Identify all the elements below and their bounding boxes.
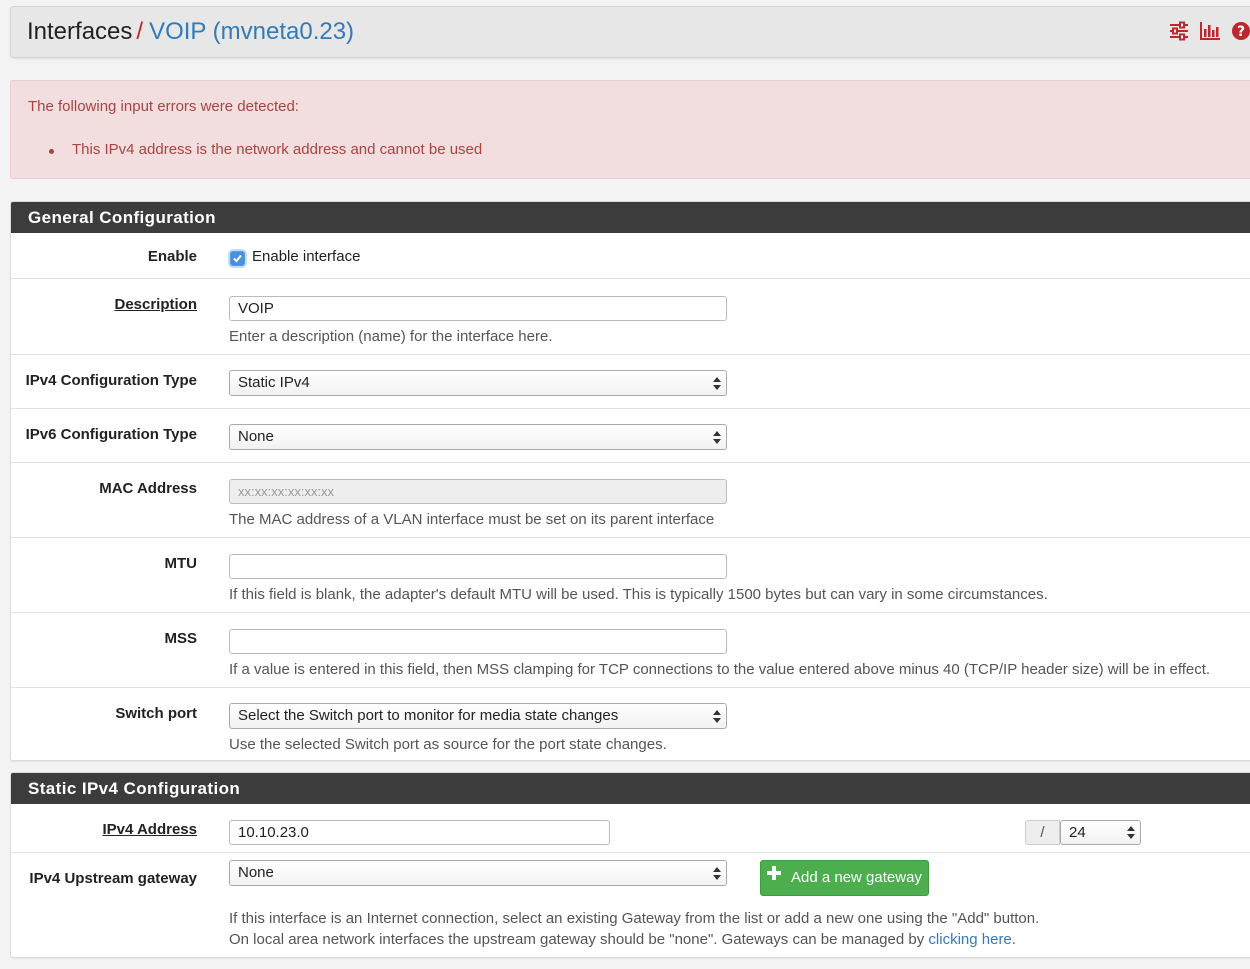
cidr-value: 24: [1069, 824, 1086, 841]
breadcrumb-separator: /: [136, 18, 144, 45]
enable-label: Enable: [147, 248, 197, 265]
description-input[interactable]: VOIP: [229, 296, 727, 321]
select-arrows-icon: [713, 710, 721, 723]
gateway-help-line2: On local area network interfaces the ups…: [229, 929, 1016, 950]
page-header: Interfaces / VOIP (mvneta0.23) ?: [10, 6, 1250, 58]
mac-address-label: MAC Address: [99, 480, 197, 497]
enable-interface-label[interactable]: Enable interface: [252, 248, 360, 265]
mss-help: If a value is entered in this field, the…: [229, 661, 1211, 678]
add-gateway-button[interactable]: Add a new gateway: [760, 860, 929, 896]
settings-sliders-icon[interactable]: [1169, 21, 1191, 43]
mss-row: MSS If a value is entered in this field,…: [11, 612, 1250, 687]
static-ipv4-panel: Static IPv4 Configuration IPv4 Address 1…: [10, 772, 1250, 958]
mac-address-help: The MAC address of a VLAN interface must…: [229, 511, 715, 528]
switch-port-help: Use the selected Switch port as source f…: [229, 736, 667, 753]
plus-icon: [767, 859, 781, 893]
description-row: Description VOIP Enter a description (na…: [11, 278, 1250, 354]
help-icon[interactable]: ?: [1231, 21, 1250, 43]
mtu-help: If this field is blank, the adapter's de…: [229, 586, 1048, 603]
select-arrows-icon: [713, 867, 721, 880]
select-arrows-icon: [1127, 826, 1135, 839]
switch-port-row: Switch port Select the Switch port to mo…: [11, 687, 1250, 760]
ipv6-type-label: IPv6 Configuration Type: [25, 426, 197, 443]
gateway-label: IPv4 Upstream gateway: [29, 870, 197, 887]
ipv4-address-input[interactable]: 10.10.23.0: [229, 820, 610, 845]
enable-interface-checkbox[interactable]: [230, 251, 245, 266]
mss-label: MSS: [164, 630, 197, 647]
ipv6-type-select[interactable]: None: [229, 424, 727, 450]
ipv4-type-value: Static IPv4: [238, 374, 310, 391]
ipv6-type-value: None: [238, 428, 274, 445]
mtu-row: MTU If this field is blank, the adapter'…: [11, 537, 1250, 612]
mac-address-input: xx:xx:xx:xx:xx:xx: [229, 479, 727, 504]
mtu-label: MTU: [164, 555, 198, 572]
gateway-help-suffix: .: [1011, 931, 1016, 948]
panel-heading-static-ipv4: Static IPv4 Configuration: [11, 773, 1250, 804]
description-label: Description: [114, 296, 197, 313]
panel-heading-general: General Configuration: [11, 202, 1250, 233]
breadcrumb-current-interface[interactable]: VOIP (mvneta0.23): [149, 18, 354, 45]
gateway-row: IPv4 Upstream gateway None Add a new gat…: [11, 852, 1250, 957]
general-configuration-panel: General Configuration Enable Enable inte…: [10, 201, 1250, 761]
error-item: This IPv4 address is the network address…: [49, 141, 482, 158]
breadcrumb: Interfaces / VOIP (mvneta0.23): [27, 18, 354, 46]
ipv4-address-row: IPv4 Address 10.10.23.0 / 24: [11, 804, 1250, 852]
error-list: This IPv4 address is the network address…: [49, 141, 482, 158]
breadcrumb-interfaces[interactable]: Interfaces: [27, 18, 132, 45]
ipv4-type-label: IPv4 Configuration Type: [25, 372, 197, 389]
switch-port-value: Select the Switch port to monitor for me…: [238, 707, 619, 724]
gateway-value: None: [238, 864, 274, 881]
cidr-slash-addon: /: [1025, 820, 1060, 845]
description-help: Enter a description (name) for the inter…: [229, 328, 553, 345]
mss-input[interactable]: [229, 629, 727, 654]
ipv4-type-row: IPv4 Configuration Type Static IPv4: [11, 354, 1250, 408]
add-gateway-label: Add a new gateway: [791, 869, 922, 886]
mtu-input[interactable]: [229, 554, 727, 579]
checkmark-icon: [233, 254, 242, 263]
gateway-help-line1: If this interface is an Internet connect…: [229, 910, 1040, 927]
select-arrows-icon: [713, 377, 721, 390]
switch-port-label: Switch port: [115, 705, 197, 722]
gateway-select[interactable]: None: [229, 860, 727, 886]
cidr-select[interactable]: 24: [1060, 820, 1141, 845]
switch-port-select[interactable]: Select the Switch port to monitor for me…: [229, 703, 727, 729]
select-arrows-icon: [713, 431, 721, 444]
enable-row: Enable Enable interface: [11, 233, 1250, 278]
svg-text:?: ?: [1237, 24, 1245, 40]
ipv4-address-label: IPv4 Address: [102, 821, 198, 838]
ipv6-type-row: IPv6 Configuration Type None: [11, 408, 1250, 462]
gateways-link[interactable]: clicking here: [928, 931, 1011, 948]
gateway-help-text: On local area network interfaces the ups…: [229, 931, 925, 948]
alert-title: The following input errors were detected…: [28, 98, 299, 115]
mac-address-row: MAC Address xx:xx:xx:xx:xx:xx The MAC ad…: [11, 462, 1250, 537]
input-errors-alert: The following input errors were detected…: [10, 80, 1250, 179]
ipv4-type-select[interactable]: Static IPv4: [229, 370, 727, 396]
bar-chart-icon[interactable]: [1199, 21, 1221, 43]
